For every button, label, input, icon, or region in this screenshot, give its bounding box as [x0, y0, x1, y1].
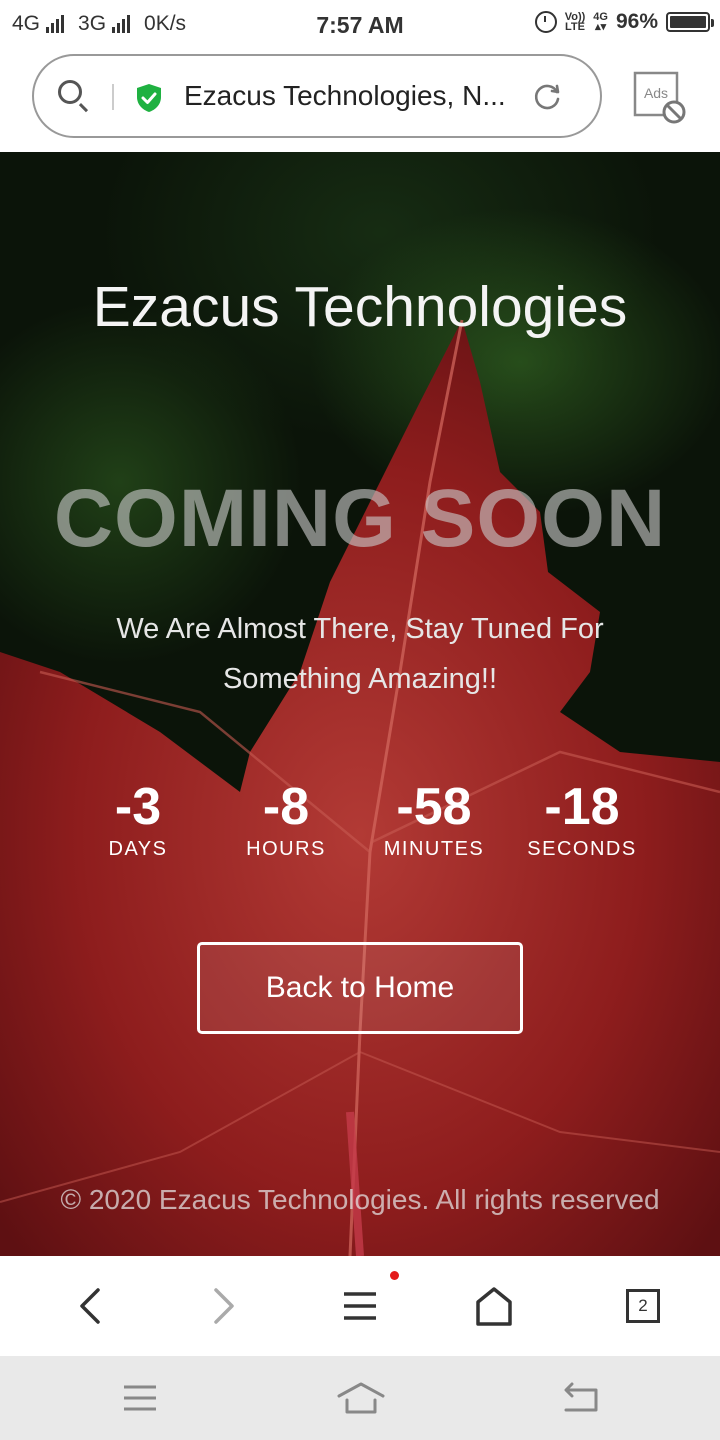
tagline: We Are Almost There, Stay Tuned For Some… — [116, 613, 604, 695]
reload-icon[interactable] — [532, 82, 562, 112]
search-icon[interactable] — [58, 80, 82, 104]
countdown-minutes-label: MINUTES — [383, 838, 485, 860]
countdown-hours-value: -8 — [262, 778, 310, 836]
notification-dot — [390, 1271, 399, 1280]
countdown-days-value: -3 — [114, 778, 162, 836]
countdown-hours-label: HOURS — [246, 838, 326, 860]
countdown-minutes: -58 MINUTES — [360, 778, 508, 861]
tabs-button[interactable]: 2 — [626, 1289, 660, 1323]
shield-icon — [137, 84, 161, 112]
volte-bottom: LTE — [565, 21, 585, 33]
countdown-days: -3 DAYS — [64, 778, 212, 861]
countdown-seconds-value: -18 — [544, 778, 620, 836]
ads-label: Ads — [644, 85, 668, 101]
url-text[interactable]: Ezacus Technologies, N... — [184, 80, 524, 112]
countdown-seconds-label: SECONDS — [527, 838, 637, 860]
home-icon[interactable] — [472, 1284, 516, 1328]
coming-soon-heading: COMING SOON — [53, 473, 667, 564]
battery-percent: 96% — [615, 10, 658, 33]
alarm-icon — [534, 11, 557, 33]
copyright-text: © 2020 Ezacus Technologies. All rights r… — [60, 1184, 660, 1215]
coming-soon-hero: Ezacus Technologies COMING SOON We Are A… — [0, 152, 720, 1256]
browser-bottom-nav: 2 — [0, 1256, 720, 1356]
battery-icon — [666, 12, 714, 32]
system-nav-bar — [0, 1356, 720, 1440]
status-bar: 4G 3G 0K/s 7:57 AM Vo)) LTE 4G ▴▾ 96% — [0, 0, 720, 50]
countdown-minutes-value: -58 — [396, 778, 472, 836]
countdown-days-label: DAYS — [108, 838, 168, 860]
back-to-home-button[interactable]: Back to Home — [197, 942, 523, 1034]
data-indicator: 4G ▴▾ — [593, 11, 608, 33]
data-network: 4G — [593, 11, 608, 23]
countdown-hours: -8 HOURS — [212, 778, 360, 861]
system-home-icon[interactable] — [336, 1380, 386, 1416]
address-divider — [112, 84, 114, 110]
volte-indicator: Vo)) LTE — [565, 12, 586, 33]
ad-block-button[interactable]: Ads — [632, 70, 688, 126]
countdown-seconds: -18 SECONDS — [508, 778, 656, 861]
system-back-icon[interactable] — [558, 1380, 600, 1416]
menu-icon[interactable] — [338, 1284, 382, 1328]
recent-apps-icon[interactable] — [120, 1382, 160, 1414]
address-bar[interactable]: Ezacus Technologies, N... — [32, 54, 602, 138]
forward-arrow-icon[interactable] — [202, 1284, 246, 1328]
site-title: Ezacus Technologies — [92, 275, 628, 339]
browser-toolbar: Ezacus Technologies, N... Ads — [0, 50, 720, 152]
back-arrow-icon[interactable] — [68, 1284, 112, 1328]
countdown-timer: -3 DAYS -8 HOURS -58 MINUTES -18 SECONDS — [64, 778, 656, 861]
